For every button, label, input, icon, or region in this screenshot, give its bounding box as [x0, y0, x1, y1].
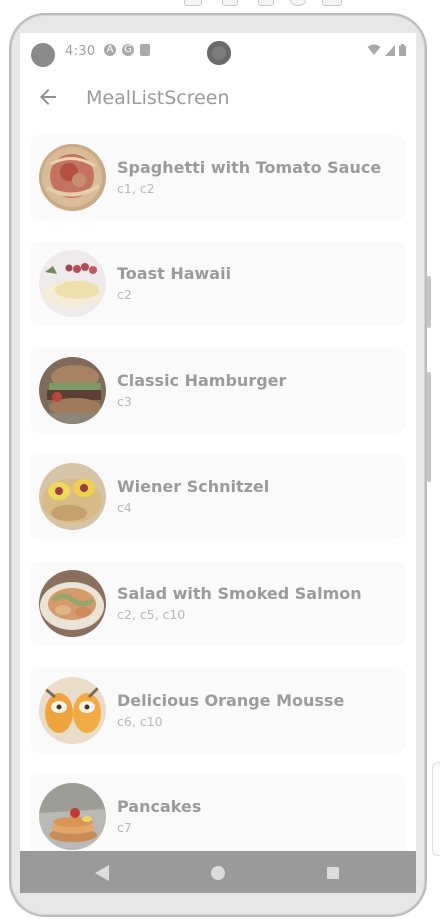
meal-categories: c7	[117, 820, 132, 835]
app-bar: MealListScreen	[20, 73, 416, 125]
meal-title: Salad with Smoked Salmon	[117, 584, 362, 603]
sd-card-icon	[140, 44, 150, 56]
desktop-toolbar-strip	[0, 0, 440, 12]
meal-categories: c1, c2	[117, 181, 155, 196]
meal-image	[39, 783, 106, 850]
meal-image	[39, 144, 106, 211]
nav-recents-icon[interactable]	[327, 867, 339, 879]
nav-back-icon[interactable]	[95, 865, 109, 881]
nav-home-icon[interactable]	[211, 866, 225, 880]
meal-image	[39, 570, 106, 637]
front-camera-left	[31, 43, 55, 67]
meal-card[interactable]: Delicious Orange Mousse c6, c10	[30, 668, 406, 753]
data-saver-icon: G	[122, 44, 134, 56]
meal-title: Classic Hamburger	[117, 371, 287, 390]
phone-screen: 4:30 A G MealListScreen Spaghetti with T…	[20, 33, 416, 893]
system-nav-bar	[20, 851, 416, 893]
toolbar-fragment	[290, 0, 306, 6]
meal-image	[39, 463, 106, 530]
signal-icon	[385, 44, 395, 56]
meal-categories: c2, c5, c10	[117, 607, 186, 622]
meal-card[interactable]: Spaghetti with Tomato Sauce c1, c2	[30, 135, 406, 220]
page-title: MealListScreen	[86, 87, 230, 109]
status-notification-icons: A G	[104, 44, 150, 56]
meal-title: Toast Hawaii	[117, 264, 232, 283]
android-icon: A	[104, 44, 116, 56]
meal-card[interactable]: Wiener Schnitzel c4	[30, 454, 406, 539]
meal-categories: c2	[117, 287, 132, 302]
meal-card[interactable]: Toast Hawaii c2	[30, 241, 406, 326]
toolbar-fragment	[222, 0, 238, 6]
status-time: 4:30	[65, 44, 96, 59]
status-system-icons	[367, 44, 406, 56]
toolbar-fragment	[258, 0, 274, 6]
meal-image	[39, 677, 106, 744]
emulator-side-handle	[432, 762, 440, 856]
battery-icon	[399, 44, 406, 56]
meal-categories: c3	[117, 394, 132, 409]
meal-image	[39, 357, 106, 424]
meal-title: Pancakes	[117, 797, 202, 816]
meal-categories: c6, c10	[117, 714, 163, 729]
meal-card[interactable]: Pancakes c7	[30, 774, 406, 859]
meal-title: Spaghetti with Tomato Sauce	[117, 158, 382, 177]
toolbar-fragment	[184, 0, 202, 6]
power-button[interactable]	[427, 372, 431, 482]
wifi-icon	[367, 44, 381, 55]
toolbar-fragment	[322, 0, 342, 6]
meal-image	[39, 250, 106, 317]
meal-card[interactable]: Salad with Smoked Salmon c2, c5, c10	[30, 561, 406, 646]
volume-button[interactable]	[427, 276, 431, 328]
meal-categories: c4	[117, 500, 132, 515]
meal-card[interactable]: Classic Hamburger c3	[30, 348, 406, 433]
front-camera-center	[207, 41, 231, 65]
meal-title: Delicious Orange Mousse	[117, 691, 345, 710]
meal-title: Wiener Schnitzel	[117, 477, 270, 496]
arrow-back-icon[interactable]	[36, 85, 60, 109]
